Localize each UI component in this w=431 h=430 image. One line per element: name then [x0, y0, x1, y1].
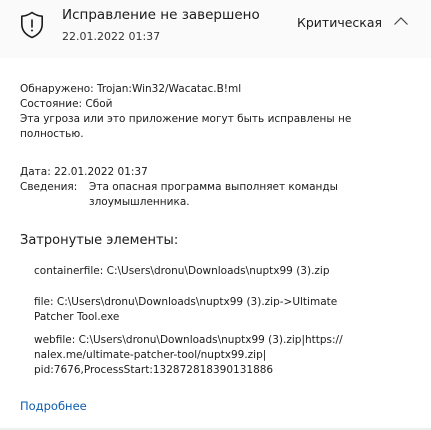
- status-message-line-2: полностью.: [20, 128, 84, 140]
- affected-webfile-line-1: webfile: C:\Users\dronu\Downloads\nuptx9…: [34, 334, 343, 346]
- info-label: Сведения:: [20, 181, 78, 193]
- threat-header[interactable]: Исправление не завершено 22.01.2022 01:3…: [0, 0, 431, 58]
- chevron-up-icon[interactable]: [393, 16, 409, 26]
- affected-items-title: Затронутые элементы:: [20, 233, 179, 248]
- info-value-line-1: Эта опасная программа выполняет команды: [89, 181, 338, 193]
- detected-row: Обнаружено: Trojan:Win32/Wacatac.B!ml: [20, 82, 241, 96]
- affected-webfile-line-2: nalex.me/ultimate-patcher-tool/nuptx99.z…: [34, 349, 267, 361]
- threat-date: 22.01.2022 01:37: [62, 30, 161, 43]
- severity-label: Критическая: [297, 15, 383, 30]
- status-label: Состояние:: [20, 98, 83, 110]
- threat-details-panel: Исправление не завершено 22.01.2022 01:3…: [0, 0, 431, 430]
- shield-icon: [21, 11, 43, 39]
- status-row: Состояние: Сбой: [20, 97, 112, 111]
- status-message-line-1: Эта угроза или это приложение могут быть…: [20, 113, 352, 125]
- more-details-link[interactable]: Подробнее: [20, 399, 87, 413]
- date-label: Дата:: [20, 166, 51, 178]
- affected-file-line-1: file: C:\Users\dronu\Downloads\nuptx99 (…: [34, 296, 338, 308]
- affected-containerfile: containerfile: C:\Users\dronu\Downloads\…: [34, 265, 330, 277]
- info-value-line-2: злоумышленника.: [89, 196, 190, 208]
- date-value: 22.01.2022 01:37: [54, 166, 148, 178]
- threat-title: Исправление не завершено: [62, 7, 260, 23]
- detected-label: Обнаружено:: [20, 83, 94, 95]
- affected-file-line-2: Patcher Tool.exe: [34, 311, 120, 323]
- status-value: Сбой: [85, 98, 113, 110]
- affected-webfile-line-3: pid:7676,ProcessStart:132872818390131886: [34, 364, 274, 376]
- detected-value: Trojan:Win32/Wacatac.B!ml: [97, 83, 242, 95]
- date-row: Дата: 22.01.2022 01:37: [20, 165, 148, 179]
